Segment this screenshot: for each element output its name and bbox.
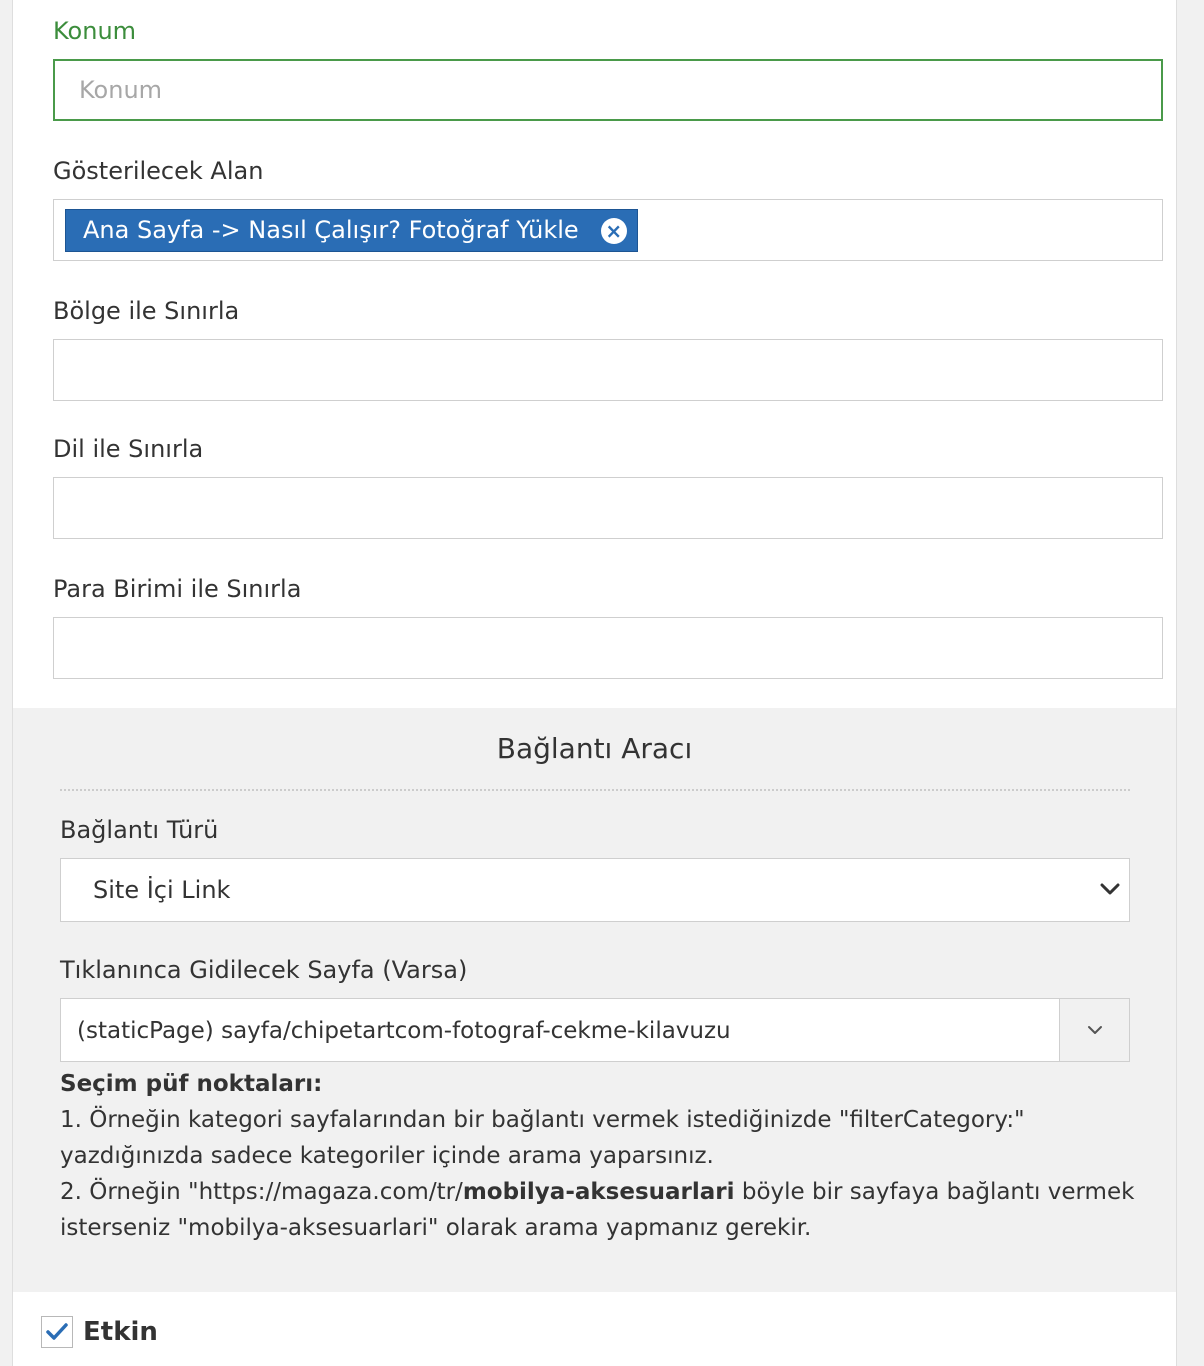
tips-heading: Seçim püf noktaları: — [60, 1071, 323, 1097]
tip-2-bold: mobilya-aksesuarlari — [462, 1179, 735, 1205]
link-type-value: Site İçi Link — [93, 876, 231, 904]
link-tool-section: Bağlantı Aracı Bağlantı Türü Site İçi Li… — [13, 708, 1176, 1292]
konum-field[interactable] — [53, 59, 1163, 121]
checkmark-icon — [46, 1323, 68, 1340]
etkin-label: Etkin — [83, 1317, 158, 1347]
para-birimi-input[interactable] — [54, 618, 1162, 678]
konum-input[interactable] — [55, 61, 1161, 119]
bolge-field[interactable] — [53, 339, 1163, 401]
tip-2-pre: 2. Örneğin "https://magaza.com/tr/ — [60, 1179, 463, 1205]
link-type-label: Bağlantı Türü — [60, 816, 219, 844]
selected-area-tag-label: Ana Sayfa -> Nasıl Çalışır? Fotoğraf Yük… — [83, 216, 579, 244]
chevron-down-icon — [1100, 883, 1120, 895]
bolge-input[interactable] — [54, 340, 1162, 400]
section-divider — [60, 789, 1130, 791]
dil-input[interactable] — [54, 478, 1162, 538]
close-circle-icon[interactable]: × — [600, 218, 627, 244]
gosterilecek-alan-multiselect[interactable]: Ana Sayfa -> Nasıl Çalışır? Fotoğraf Yük… — [53, 199, 1163, 261]
bolge-label: Bölge ile Sınırla — [53, 297, 240, 325]
tip-1: 1. Örneğin kategori sayfalarından bir ba… — [60, 1107, 1025, 1169]
tip-2: 2. Örneğin "https://magaza.com/tr/mobily… — [60, 1174, 1150, 1246]
selection-tips: Seçim püf noktaları: 1. Örneğin kategori… — [60, 1066, 1150, 1246]
gosterilecek-alan-label: Gösterilecek Alan — [53, 157, 264, 185]
dil-label: Dil ile Sınırla — [53, 435, 204, 463]
para-birimi-label: Para Birimi ile Sınırla — [53, 575, 302, 603]
para-birimi-field[interactable] — [53, 617, 1163, 679]
etkin-checkbox[interactable] — [41, 1316, 73, 1348]
chevron-down-icon — [1088, 1026, 1102, 1034]
target-page-select[interactable]: (staticPage) sayfa/chipetartcom-fotograf… — [60, 998, 1130, 1062]
link-tool-title: Bağlantı Aracı — [496, 732, 693, 765]
selected-area-tag: Ana Sayfa -> Nasıl Çalışır? Fotoğraf Yük… — [65, 209, 638, 252]
konum-label: Konum — [53, 17, 137, 45]
dil-field[interactable] — [53, 477, 1163, 539]
target-page-value: (staticPage) sayfa/chipetartcom-fotograf… — [77, 1018, 731, 1044]
link-type-select[interactable]: Site İçi Link — [60, 858, 1130, 922]
target-page-label: Tıklanınca Gidilecek Sayfa (Varsa) — [60, 956, 468, 984]
target-page-dropdown-button[interactable] — [1059, 999, 1129, 1061]
